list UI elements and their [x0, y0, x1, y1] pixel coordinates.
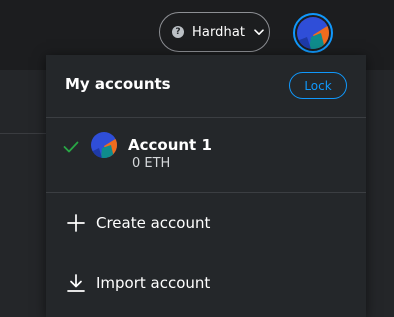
- create-account-button[interactable]: Create account: [46, 195, 366, 251]
- app-window: ? Hardhat My accounts Lock Account 1 0 E…: [0, 0, 394, 317]
- account-menu-button[interactable]: [293, 13, 333, 53]
- lock-button[interactable]: Lock: [289, 72, 347, 99]
- account-menu: My accounts Lock Account 1 0 ETH Create …: [46, 55, 366, 317]
- account-balance: 0 ETH: [132, 156, 171, 171]
- create-account-label: Create account: [96, 214, 211, 232]
- plus-icon: [66, 213, 86, 233]
- import-account-button[interactable]: Import account: [46, 255, 366, 311]
- import-account-label: Import account: [96, 274, 211, 292]
- network-label: Hardhat: [192, 24, 246, 40]
- account-menu-header: My accounts Lock: [46, 55, 366, 117]
- account-avatar-icon: [297, 17, 329, 49]
- account-name: Account 1: [128, 136, 212, 154]
- checkmark-icon: [63, 138, 79, 157]
- chevron-down-icon: [254, 27, 264, 37]
- question-circle-icon: ?: [172, 26, 184, 38]
- account-menu-title: My accounts: [65, 75, 171, 93]
- divider: [46, 192, 366, 193]
- account-avatar-icon: [91, 132, 117, 158]
- network-selector[interactable]: ? Hardhat: [159, 12, 270, 52]
- download-icon: [66, 273, 86, 293]
